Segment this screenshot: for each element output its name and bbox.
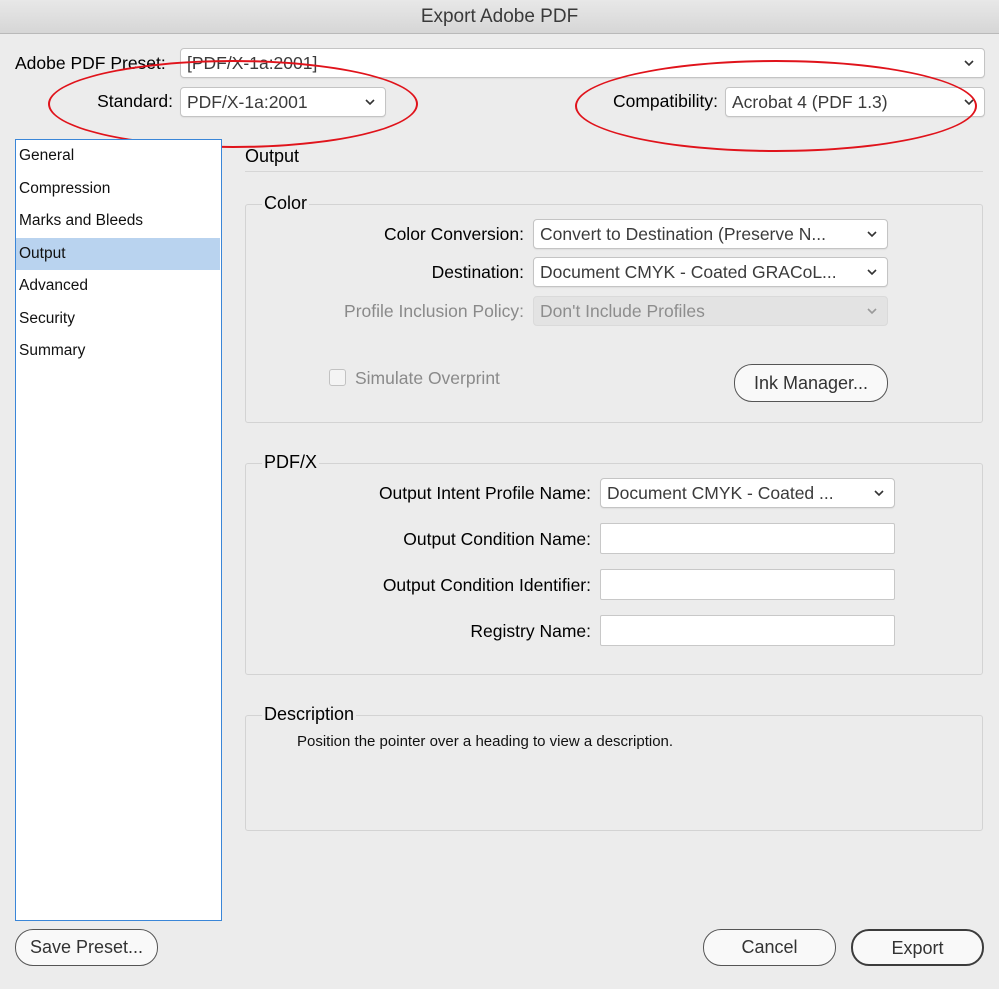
sidebar-item-advanced[interactable]: Advanced — [16, 270, 220, 302]
window-title: Export Adobe PDF — [0, 0, 999, 34]
color-conversion-label: Color Conversion: — [383, 224, 524, 244]
color-group-title: Color — [262, 193, 310, 214]
chevron-down-icon — [865, 227, 879, 241]
output-condition-identifier-label: Output Condition Identifier: — [382, 575, 591, 595]
output-condition-name-label: Output Condition Name: — [403, 529, 591, 549]
chevron-down-icon — [865, 304, 879, 318]
registry-name-label: Registry Name: — [470, 621, 591, 641]
output-intent-value: Document CMYK - Coated ... — [607, 483, 834, 503]
sidebar-item-marks-and-bleeds[interactable]: Marks and Bleeds — [16, 205, 220, 237]
annotation-ellipse-standard — [48, 60, 418, 148]
pdfx-group-title: PDF/X — [262, 452, 320, 473]
simulate-overprint-label: Simulate Overprint — [355, 368, 500, 388]
ink-manager-button[interactable]: Ink Manager... — [734, 364, 888, 402]
profile-inclusion-select[interactable]: Don't Include Profiles — [533, 296, 888, 326]
sidebar-item-output[interactable]: Output — [16, 238, 220, 270]
color-conversion-value: Convert to Destination (Preserve N... — [540, 224, 826, 244]
profile-inclusion-value: Don't Include Profiles — [540, 301, 705, 321]
sidebar-item-compression[interactable]: Compression — [16, 173, 220, 205]
cancel-button[interactable]: Cancel — [703, 929, 836, 966]
destination-label: Destination: — [431, 262, 524, 282]
output-condition-name-field[interactable] — [600, 523, 895, 554]
panel-divider — [245, 171, 983, 172]
simulate-overprint-checkbox[interactable] — [329, 369, 346, 386]
description-text: Position the pointer over a heading to v… — [297, 733, 674, 750]
output-intent-label: Output Intent Profile Name: — [378, 483, 591, 503]
panel-title: Output — [245, 146, 300, 166]
profile-inclusion-label: Profile Inclusion Policy: — [344, 301, 524, 321]
description-title: Description — [262, 704, 357, 725]
output-intent-select[interactable]: Document CMYK - Coated ... — [600, 478, 895, 508]
sidebar-item-summary[interactable]: Summary — [16, 335, 220, 367]
export-button[interactable]: Export — [851, 929, 984, 966]
chevron-down-icon — [962, 56, 976, 70]
annotation-ellipse-compatibility — [575, 60, 977, 152]
sidebar-item-security[interactable]: Security — [16, 303, 220, 335]
output-condition-identifier-field[interactable] — [600, 569, 895, 600]
sidebar: General Compression Marks and Bleeds Out… — [15, 139, 222, 921]
destination-select[interactable]: Document CMYK - Coated GRACoL... — [533, 257, 888, 287]
sidebar-item-general[interactable]: General — [16, 140, 220, 172]
chevron-down-icon — [865, 265, 879, 279]
destination-value: Document CMYK - Coated GRACoL... — [540, 262, 837, 282]
save-preset-button[interactable]: Save Preset... — [15, 929, 158, 966]
color-conversion-select[interactable]: Convert to Destination (Preserve N... — [533, 219, 888, 249]
registry-name-field[interactable] — [600, 615, 895, 646]
chevron-down-icon — [872, 486, 886, 500]
